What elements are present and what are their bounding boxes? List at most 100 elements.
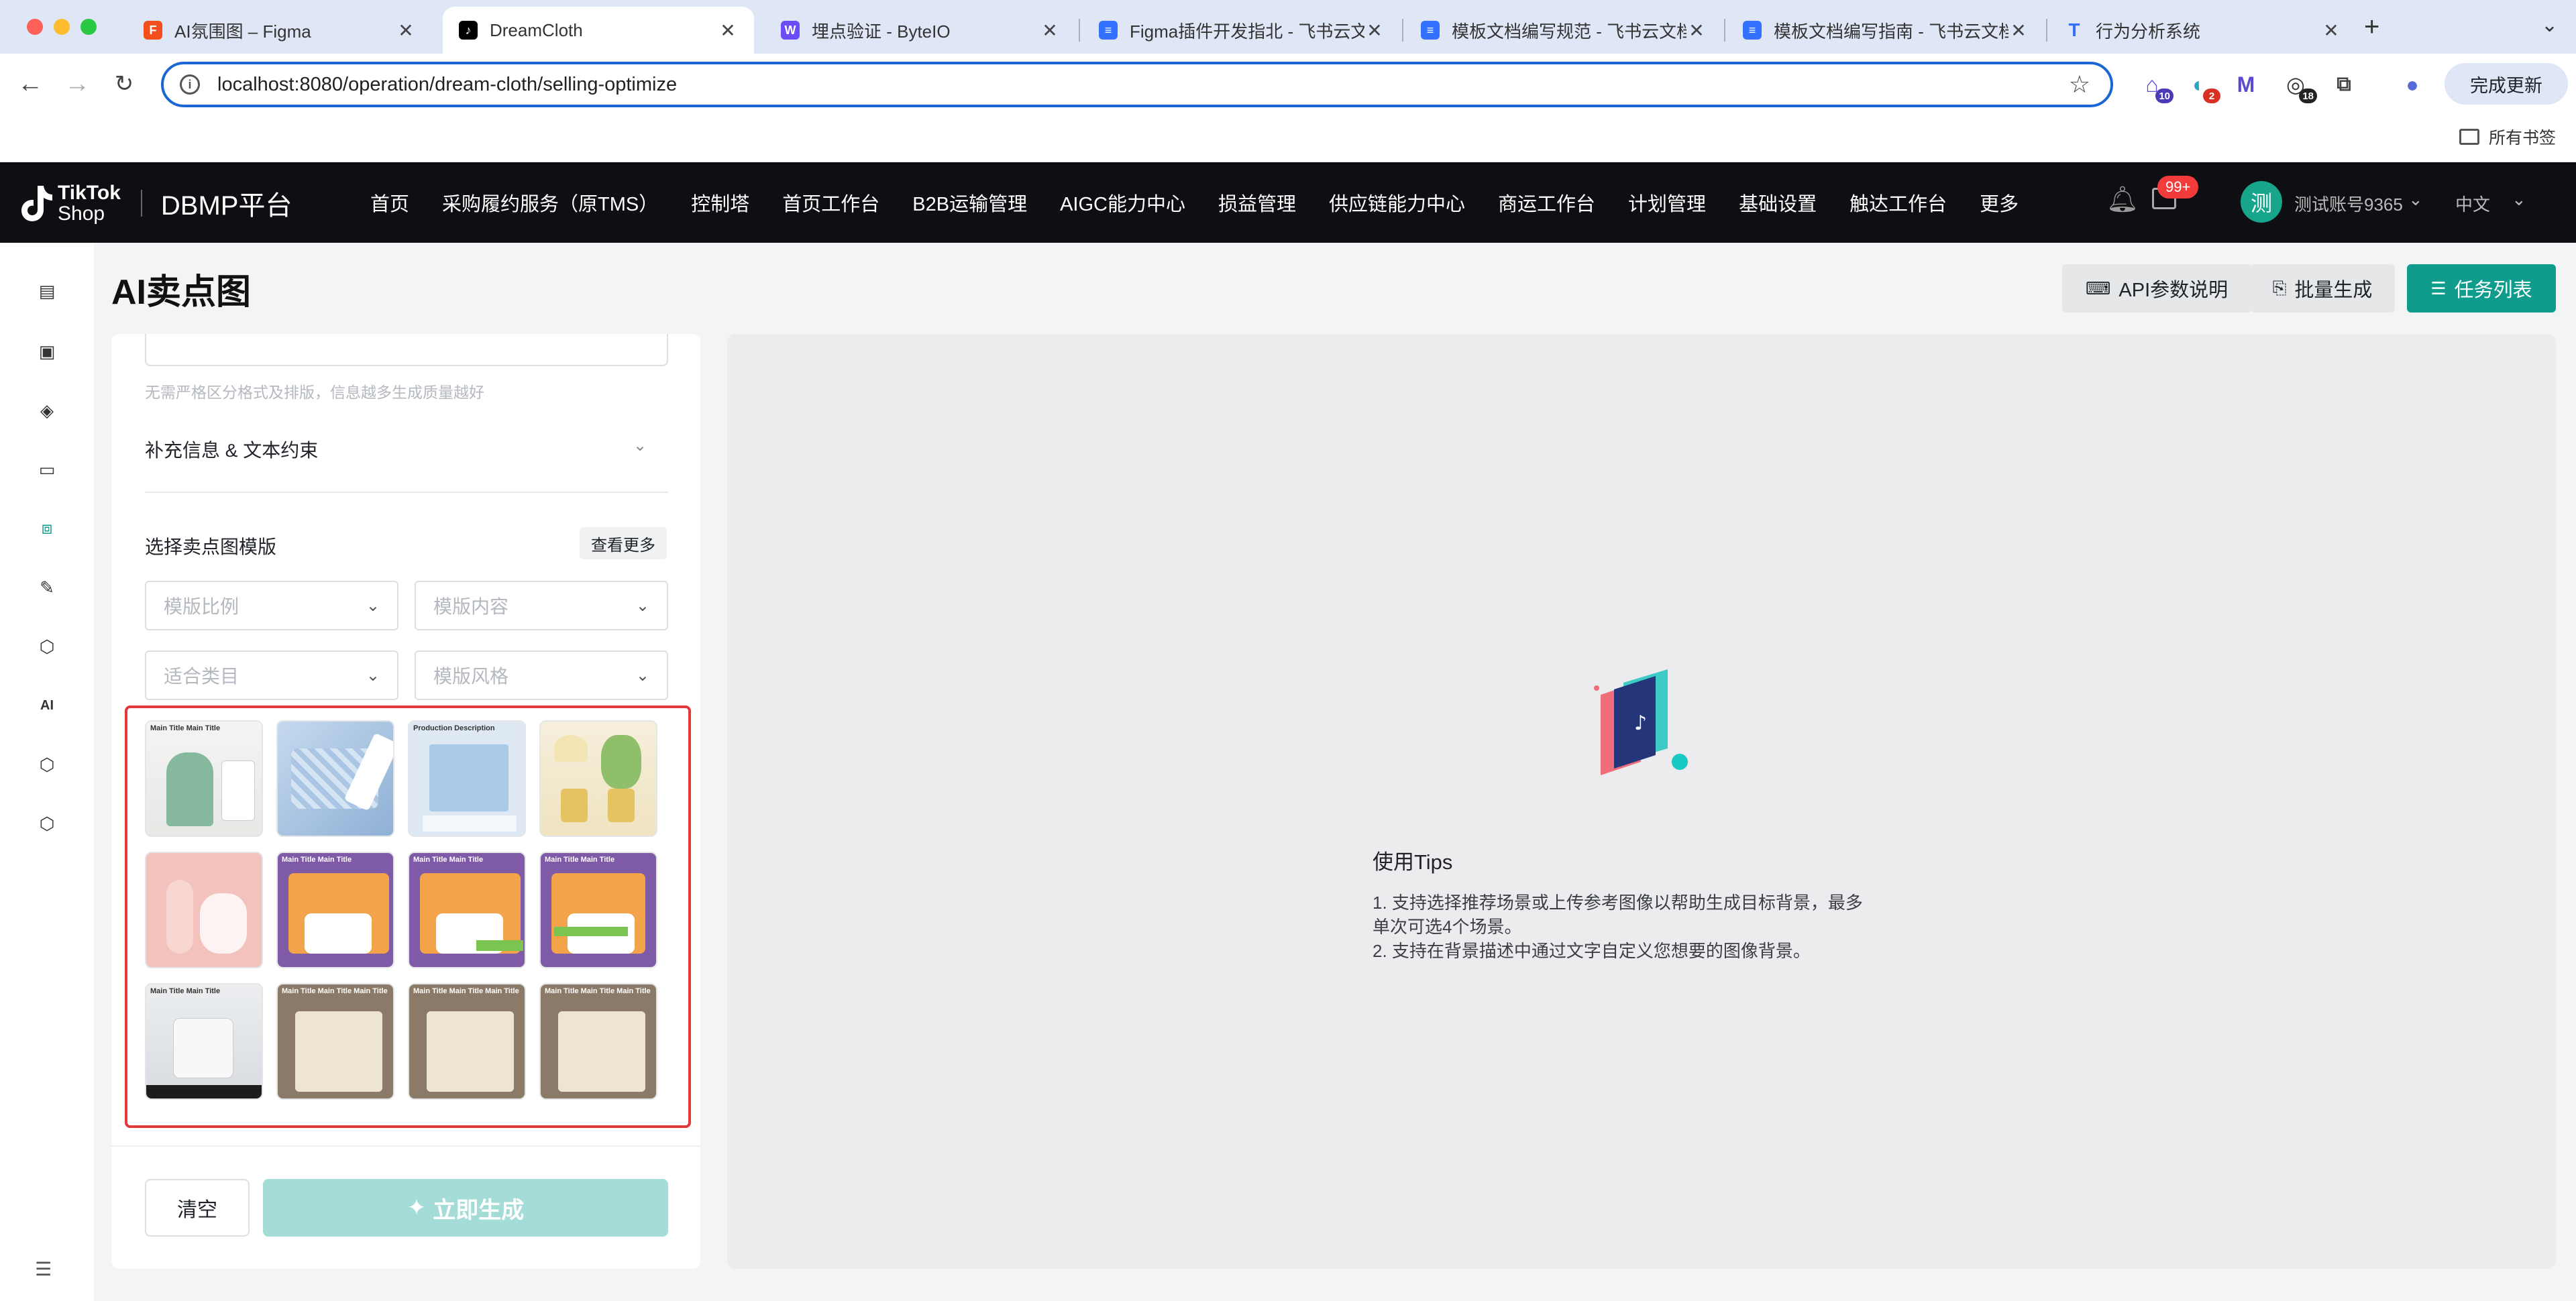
chevron-down-icon[interactable]: ⌄ [633, 436, 647, 455]
browser-tab[interactable]: ≡ Figma插件开发指北 - 飞书云文档 ✕ [1083, 7, 1401, 54]
bell-icon[interactable]: 🔔︎ [2106, 185, 2139, 215]
username[interactable]: 测试账号9365 [2294, 191, 2403, 216]
tips-title: 使用Tips [1373, 850, 1453, 874]
chevron-down-icon[interactable]: ⌄ [2541, 13, 2558, 37]
reload-button[interactable]: ↻ [106, 66, 142, 102]
description-textarea[interactable] [145, 334, 668, 366]
template-thumbnail[interactable]: Main Title Main Title Main Title [539, 983, 657, 1100]
browser-tab-bar: F AI氛围图 – Figma ✕ ♪ DreamCloth ✕ W 埋点验证 … [0, 0, 2576, 54]
magic-wand-icon[interactable]: ✎ [35, 575, 59, 600]
profile-icon[interactable]: ● [2398, 70, 2427, 99]
template-thumbnail[interactable]: Main Title Main Title Main Title [276, 983, 394, 1100]
close-icon[interactable]: ✕ [1364, 19, 1385, 42]
list-icon: ☰ [2430, 278, 2447, 298]
template-thumbnail[interactable]: Main Title Main Title [276, 852, 394, 968]
template-thumbnail[interactable]: Main Title Main Title [408, 852, 526, 968]
language-switch[interactable]: 中文 [2455, 191, 2490, 216]
nav-item-procurement[interactable]: 采购履约服务（原TMS） [442, 188, 658, 217]
template-thumbnail[interactable]: Production Description [408, 720, 526, 837]
tips-line: 单次可选4个场景。 [1373, 917, 1522, 937]
ratio-select[interactable]: 模版比例 ⌄ [145, 581, 398, 630]
address-bar[interactable]: i localhost:8080/operation/dream-cloth/s… [161, 62, 2113, 107]
nav-item-more[interactable]: 更多 [1980, 188, 2019, 217]
hexagon-icon[interactable]: ⬡ [35, 811, 59, 836]
update-button[interactable]: 完成更新 [2445, 63, 2568, 105]
info-icon[interactable]: i [180, 74, 200, 95]
nav-item-home[interactable]: 首页 [370, 188, 409, 217]
close-icon[interactable]: ✕ [1040, 19, 1060, 42]
all-bookmarks-button[interactable]: 所有书签 [2459, 125, 2556, 149]
template-thumbnail[interactable] [539, 720, 657, 837]
collapse-sidebar-icon[interactable]: ☰ [35, 1258, 52, 1280]
close-icon[interactable]: ✕ [396, 19, 416, 42]
puzzle-icon[interactable]: ⧉ [2329, 70, 2359, 99]
tiktok-shop-logo[interactable]: TikTok Shop DBMP平台 [19, 182, 292, 224]
chevron-down-icon: ⌄ [635, 666, 649, 685]
close-window-button[interactable] [27, 19, 43, 35]
browser-tab[interactable]: ≡ 模板文档编写指南 - 飞书云文档 ✕ [1727, 7, 2045, 54]
doc-icon: ≡ [1743, 21, 1762, 40]
ai-icon[interactable]: AI [35, 693, 59, 718]
close-icon[interactable]: ✕ [2321, 19, 2341, 42]
style-select[interactable]: 模版风格 ⌄ [415, 650, 668, 700]
browser-tab[interactable]: W 埋点验证 - ByteIO ✕ [765, 7, 1076, 54]
document-icon[interactable]: ▤ [35, 279, 59, 303]
minimize-window-button[interactable] [54, 19, 70, 35]
browser-tab-active[interactable]: ♪ DreamCloth ✕ [443, 7, 754, 54]
view-more-button[interactable]: 查看更多 [580, 527, 667, 559]
bookmarks-bar: 所有书签 [0, 114, 2576, 162]
supplement-section-toggle[interactable]: 补充信息 & 文本约束 [145, 436, 318, 463]
avatar[interactable]: 测 [2241, 181, 2282, 223]
browser-tab[interactable]: T 行为分析系统 ✕ [2049, 7, 2357, 54]
clear-button[interactable]: 清空 [145, 1179, 250, 1237]
browser-tab[interactable]: ≡ 模板文档编写规范 - 飞书云文档 ✕ [1405, 7, 1723, 54]
chevron-down-icon[interactable]: ⌄ [2408, 189, 2423, 210]
chevron-down-icon[interactable]: ⌄ [2512, 189, 2526, 210]
task-list-button[interactable]: ☰ 任务列表 [2407, 264, 2556, 313]
box-icon[interactable]: ▭ [35, 457, 59, 482]
sparkle-icon: ✦ [407, 1195, 427, 1221]
extension-3-icon[interactable]: ◎ 18 [2281, 70, 2317, 103]
template-thumbnail[interactable] [276, 720, 394, 837]
nav-item-supply-chain[interactable]: 供应链能力中心 [1329, 188, 1465, 217]
template-thumbnail[interactable]: Main Title Main Title [145, 983, 263, 1100]
batch-generate-button[interactable]: ⎘ 批量生成 [2250, 264, 2395, 313]
category-select[interactable]: 适合类目 ⌄ [145, 650, 398, 700]
description-hint: 无需严格区分格式及排版，信息越多生成质量越好 [145, 384, 484, 401]
doc-icon: ≡ [1099, 21, 1118, 40]
template-thumbnail[interactable]: Main Title Main Title [539, 852, 657, 968]
api-doc-button[interactable]: ⌨ API参数说明 [2062, 264, 2251, 313]
maximize-window-button[interactable] [80, 19, 97, 35]
nav-item-settings[interactable]: 基础设置 [1739, 188, 1817, 217]
generate-button[interactable]: ✦ 立即生成 [263, 1179, 668, 1237]
image-edit-icon[interactable]: ◈ [35, 398, 59, 422]
hexagon-icon[interactable]: ⬡ [35, 634, 59, 659]
extension-1-icon[interactable]: ⌂ 10 [2137, 70, 2174, 103]
template-thumbnail[interactable] [145, 852, 263, 968]
nav-item-planning[interactable]: 计划管理 [1628, 188, 1706, 217]
back-button[interactable]: ← [12, 66, 48, 102]
nav-item-reach[interactable]: 触达工作台 [1849, 188, 1947, 217]
tips-line: 1. 支持选择推荐场景或上传参考图像以帮助生成目标背景，最多 [1373, 893, 1863, 913]
nav-item-pnl[interactable]: 损益管理 [1218, 188, 1296, 217]
nav-item-workbench[interactable]: 首页工作台 [782, 188, 879, 217]
close-icon[interactable]: ✕ [1686, 19, 1707, 42]
selling-point-icon[interactable]: ⧈ [35, 516, 59, 541]
nav-item-b2b[interactable]: B2B运输管理 [912, 188, 1027, 217]
extension-m-icon[interactable]: M [2231, 70, 2261, 99]
new-tab-button[interactable]: + [2364, 12, 2379, 42]
nav-item-ops[interactable]: 商运工作台 [1498, 188, 1595, 217]
close-icon[interactable]: ✕ [2008, 19, 2029, 42]
nav-item-aigc[interactable]: AIGC能力中心 [1060, 188, 1185, 217]
nav-item-control-tower[interactable]: 控制塔 [691, 188, 749, 217]
close-icon[interactable]: ✕ [718, 19, 738, 42]
template-thumbnail[interactable]: Main Title Main Title [145, 720, 263, 837]
content-select[interactable]: 模版内容 ⌄ [415, 581, 668, 630]
template-thumbnail[interactable]: Main Title Main Title Main Title [408, 983, 526, 1100]
bookmark-star-icon[interactable]: ☆ [2069, 70, 2090, 99]
forward-button[interactable]: → [59, 66, 95, 102]
image-icon[interactable]: ▣ [35, 339, 59, 363]
hexagon-icon[interactable]: ⬡ [35, 752, 59, 777]
extension-2-icon[interactable]: ◐ 2 [2184, 70, 2220, 103]
browser-tab[interactable]: F AI氛围图 – Figma ✕ [127, 7, 432, 54]
